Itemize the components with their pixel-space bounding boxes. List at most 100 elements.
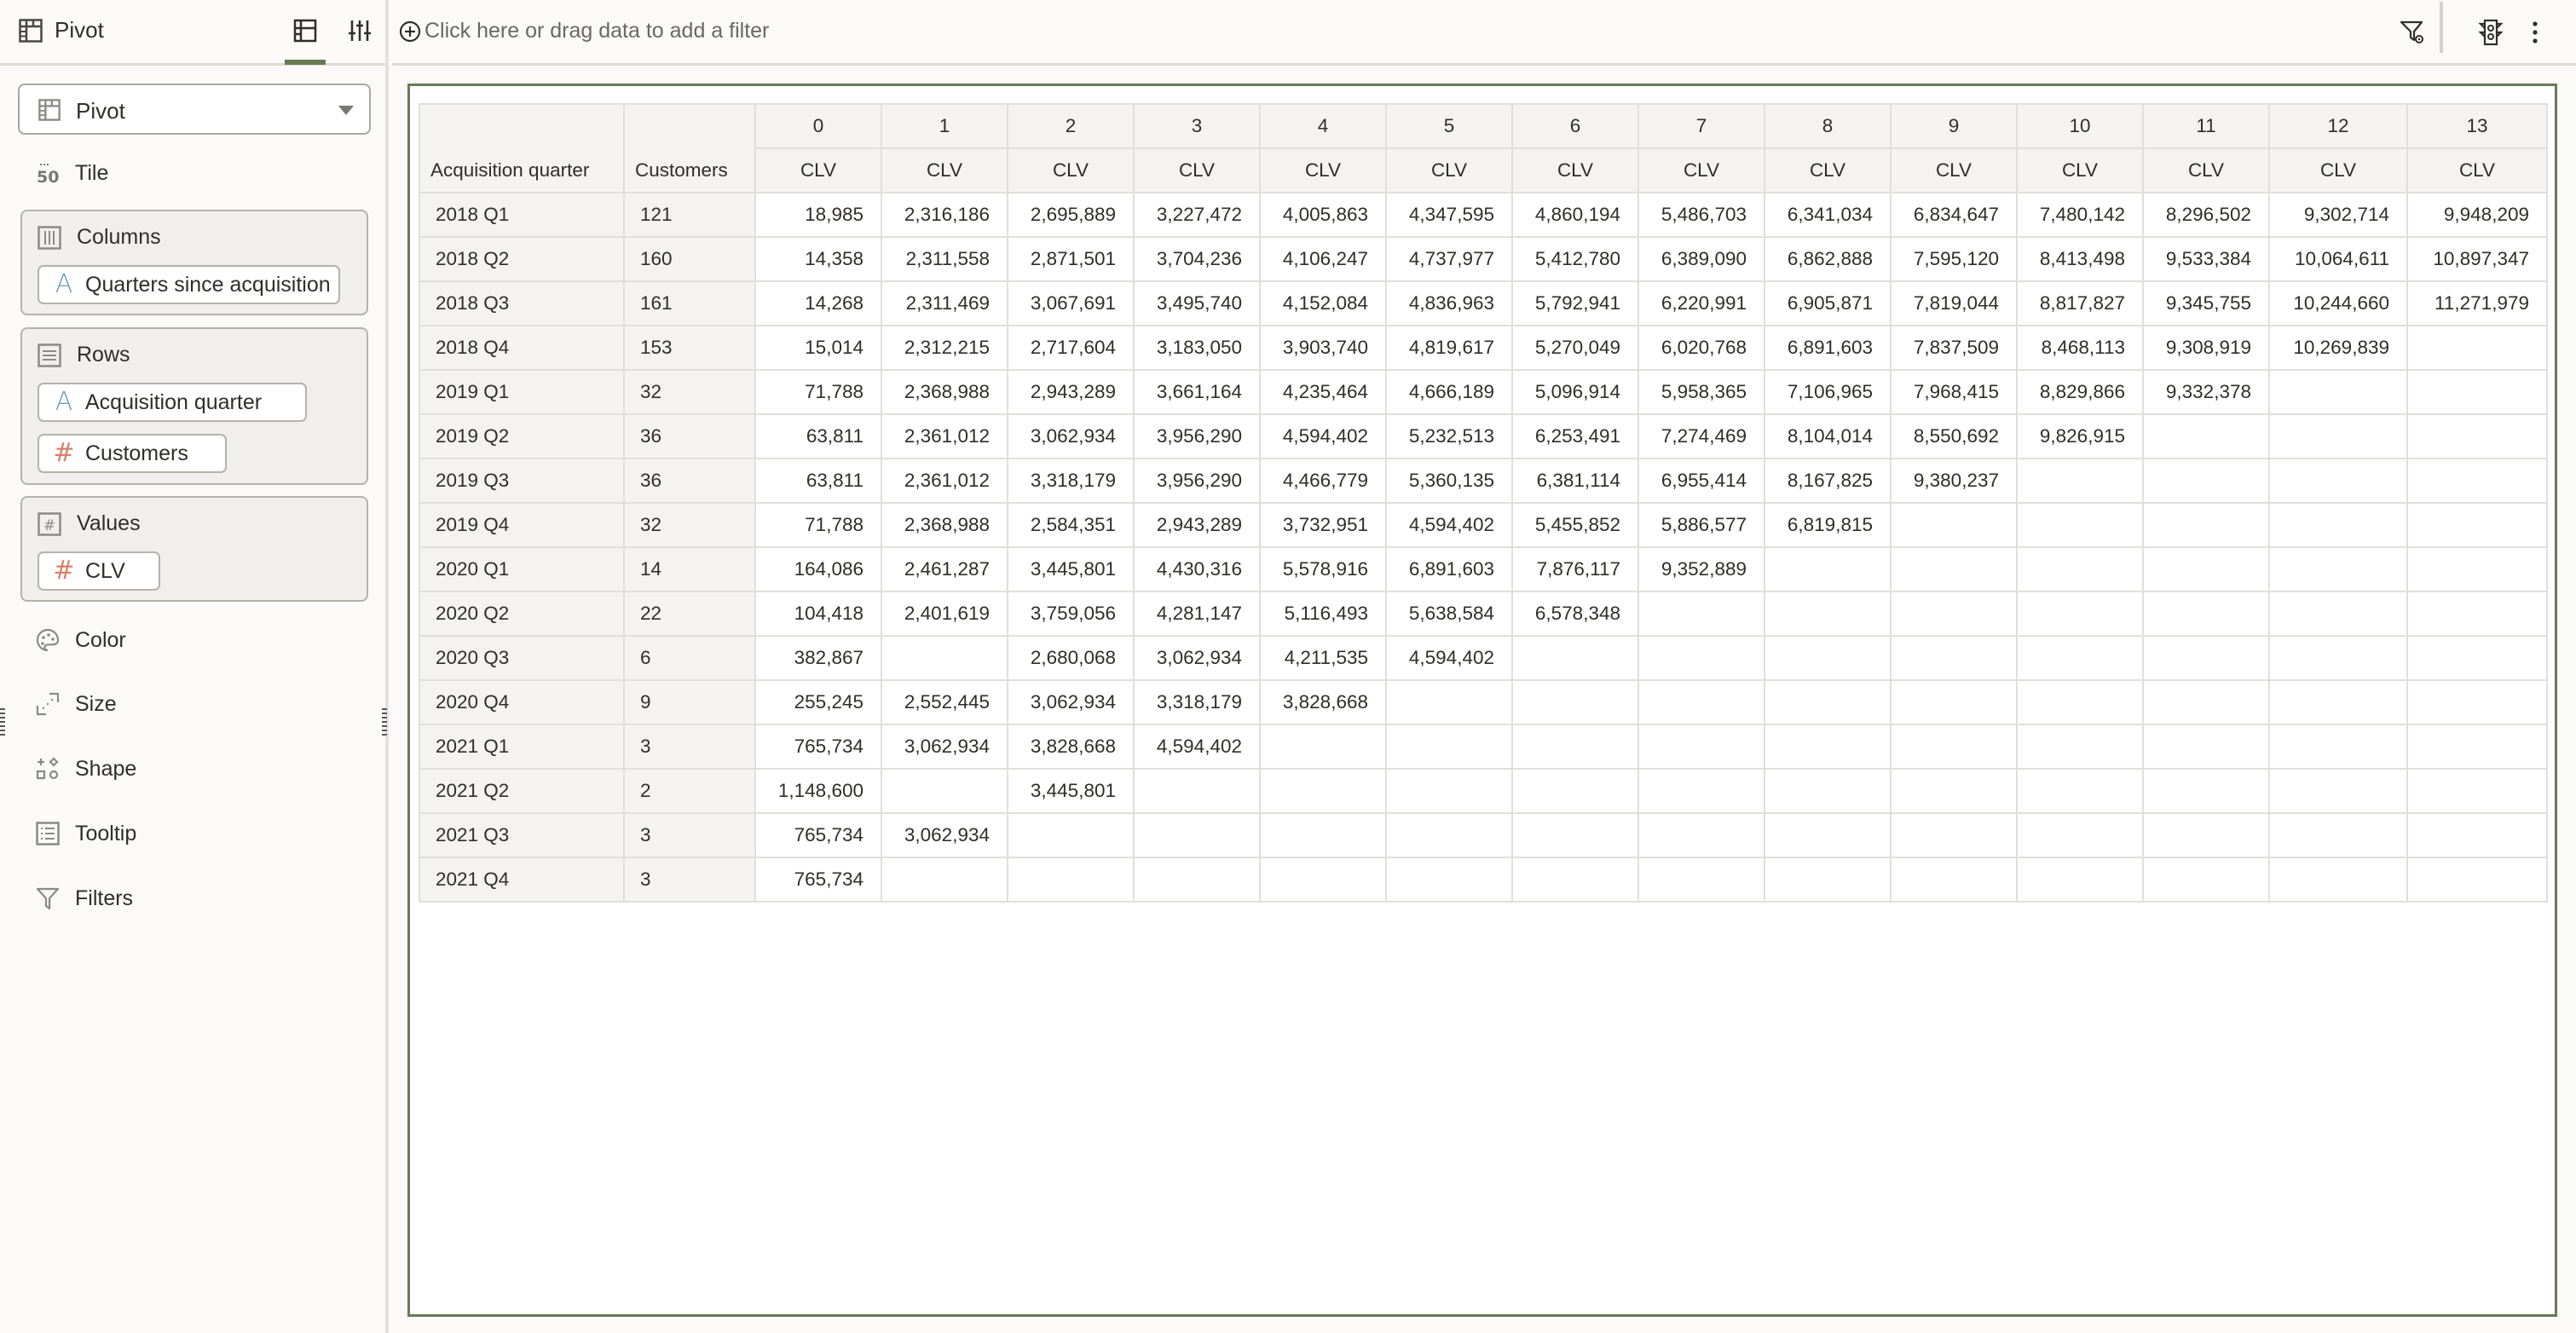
clv-cell[interactable] [1007, 857, 1135, 903]
column-header-quarter-12[interactable]: 12 [2268, 103, 2408, 149]
clv-cell[interactable] [2016, 724, 2144, 770]
clv-cell[interactable]: 18,985 [754, 192, 882, 238]
clv-cell[interactable] [1385, 857, 1513, 903]
row-customers-count[interactable]: 161 [623, 280, 756, 326]
row-label-acquisition-quarter[interactable]: 2020 Q3 [419, 635, 625, 681]
clv-cell[interactable] [2406, 635, 2548, 681]
row-header-acquisition-quarter[interactable]: Acquisition quarter [419, 103, 625, 193]
column-header-quarter-0[interactable]: 0 [754, 103, 882, 149]
grammar-item-size[interactable]: Size [36, 687, 117, 721]
clv-cell[interactable]: 7,480,142 [2016, 192, 2144, 238]
clv-cell[interactable]: 6,891,603 [1385, 546, 1513, 592]
clv-cell[interactable]: 4,106,247 [1259, 236, 1387, 282]
clv-cell[interactable] [1511, 635, 1639, 681]
clv-cell[interactable]: 2,943,289 [1007, 369, 1135, 415]
clv-cell[interactable]: 6,020,768 [1637, 325, 1765, 371]
clv-cell[interactable]: 6,905,871 [1764, 280, 1892, 326]
clv-cell[interactable] [1133, 857, 1261, 903]
clv-cell[interactable]: 3,445,801 [1007, 546, 1135, 592]
clv-cell[interactable]: 8,468,113 [2016, 325, 2144, 371]
clv-cell[interactable] [1764, 812, 1892, 858]
row-label-acquisition-quarter[interactable]: 2018 Q3 [419, 280, 625, 326]
row-pill-customers[interactable]: # Customers [38, 434, 227, 473]
clv-cell[interactable] [2142, 413, 2270, 459]
measure-header-clv[interactable]: CLV [881, 147, 1008, 193]
clv-cell[interactable]: 9,533,384 [2142, 236, 2270, 282]
clv-cell[interactable] [2016, 812, 2144, 858]
clv-cell[interactable]: 3,495,740 [1133, 280, 1261, 326]
rows-drop-zone[interactable]: Rows A Acquisition quarter # Customers [20, 327, 368, 485]
clv-cell[interactable]: 3,062,934 [1133, 635, 1261, 681]
clv-cell[interactable]: 3,183,050 [1133, 325, 1261, 371]
panel-resize-handle[interactable] [382, 708, 387, 736]
clv-cell[interactable] [2268, 812, 2408, 858]
clv-cell[interactable]: 382,867 [754, 635, 882, 681]
tab-grammar[interactable] [285, 12, 326, 65]
clv-cell[interactable]: 8,413,498 [2016, 236, 2144, 282]
column-header-quarter-11[interactable]: 11 [2142, 103, 2270, 149]
clv-cell[interactable] [1764, 635, 1892, 681]
clv-cell[interactable] [2142, 635, 2270, 681]
clv-cell[interactable]: 3,661,164 [1133, 369, 1261, 415]
add-filter-button[interactable]: Click here or drag data to add a filter [399, 19, 769, 43]
row-customers-count[interactable]: 2 [623, 768, 756, 814]
clv-cell[interactable]: 4,836,963 [1385, 280, 1513, 326]
clv-cell[interactable]: 2,461,287 [881, 546, 1008, 592]
clv-cell[interactable]: 14,268 [754, 280, 882, 326]
clv-cell[interactable] [1890, 768, 2018, 814]
clv-cell[interactable]: 6,381,114 [1511, 458, 1639, 504]
clv-cell[interactable]: 7,106,965 [1764, 369, 1892, 415]
row-header-customers[interactable]: Customers [623, 103, 756, 193]
row-label-acquisition-quarter[interactable]: 2018 Q4 [419, 325, 625, 371]
clv-cell[interactable] [2406, 413, 2548, 459]
clv-cell[interactable]: 10,244,660 [2268, 280, 2408, 326]
clv-cell[interactable]: 4,152,084 [1259, 280, 1387, 326]
clv-cell[interactable] [1890, 591, 2018, 637]
clv-cell[interactable] [2406, 724, 2548, 770]
clv-cell[interactable] [2016, 591, 2144, 637]
clv-cell[interactable] [2406, 546, 2548, 592]
clv-cell[interactable]: 2,311,558 [881, 236, 1008, 282]
measure-header-clv[interactable]: CLV [2016, 147, 2144, 193]
clv-cell[interactable]: 7,595,120 [1890, 236, 2018, 282]
tab-properties[interactable] [339, 12, 380, 65]
measure-header-clv[interactable]: CLV [1764, 147, 1892, 193]
clv-cell[interactable]: 4,005,863 [1259, 192, 1387, 238]
clv-cell[interactable] [1511, 857, 1639, 903]
row-customers-count[interactable]: 3 [623, 812, 756, 858]
clv-cell[interactable]: 8,550,692 [1890, 413, 2018, 459]
clv-cell[interactable]: 6,834,647 [1890, 192, 2018, 238]
column-header-quarter-10[interactable]: 10 [2016, 103, 2144, 149]
row-customers-count[interactable]: 36 [623, 413, 756, 459]
column-header-quarter-2[interactable]: 2 [1007, 103, 1135, 149]
clv-cell[interactable]: 15,014 [754, 325, 882, 371]
column-header-quarter-4[interactable]: 4 [1259, 103, 1387, 149]
row-pill-acquisition-quarter[interactable]: A Acquisition quarter [38, 383, 307, 422]
clv-cell[interactable]: 4,347,595 [1385, 192, 1513, 238]
clv-cell[interactable] [2016, 502, 2144, 548]
clv-cell[interactable]: 6,578,348 [1511, 591, 1639, 637]
clv-cell[interactable]: 164,086 [754, 546, 882, 592]
clv-cell[interactable]: 5,958,365 [1637, 369, 1765, 415]
row-customers-count[interactable]: 6 [623, 635, 756, 681]
clv-cell[interactable]: 7,819,044 [1890, 280, 2018, 326]
left-splitter-handle[interactable] [0, 708, 5, 736]
column-header-quarter-8[interactable]: 8 [1764, 103, 1892, 149]
clv-cell[interactable] [881, 768, 1008, 814]
clv-cell[interactable]: 2,316,186 [881, 192, 1008, 238]
grammar-item-shape[interactable]: Shape [36, 752, 136, 786]
clv-cell[interactable] [2142, 546, 2270, 592]
row-customers-count[interactable]: 153 [623, 325, 756, 371]
clv-cell[interactable]: 3,828,668 [1007, 724, 1135, 770]
clv-cell[interactable]: 3,062,934 [881, 724, 1008, 770]
clv-cell[interactable]: 2,717,604 [1007, 325, 1135, 371]
clv-cell[interactable]: 3,956,290 [1133, 413, 1261, 459]
row-label-acquisition-quarter[interactable]: 2020 Q1 [419, 546, 625, 592]
clv-cell[interactable]: 6,955,414 [1637, 458, 1765, 504]
clv-cell[interactable]: 9,308,919 [2142, 325, 2270, 371]
clv-cell[interactable]: 3,759,056 [1007, 591, 1135, 637]
clv-cell[interactable]: 9,332,378 [2142, 369, 2270, 415]
grammar-item-color[interactable]: Color [36, 623, 126, 657]
clv-cell[interactable]: 6,862,888 [1764, 236, 1892, 282]
clv-cell[interactable] [1764, 724, 1892, 770]
